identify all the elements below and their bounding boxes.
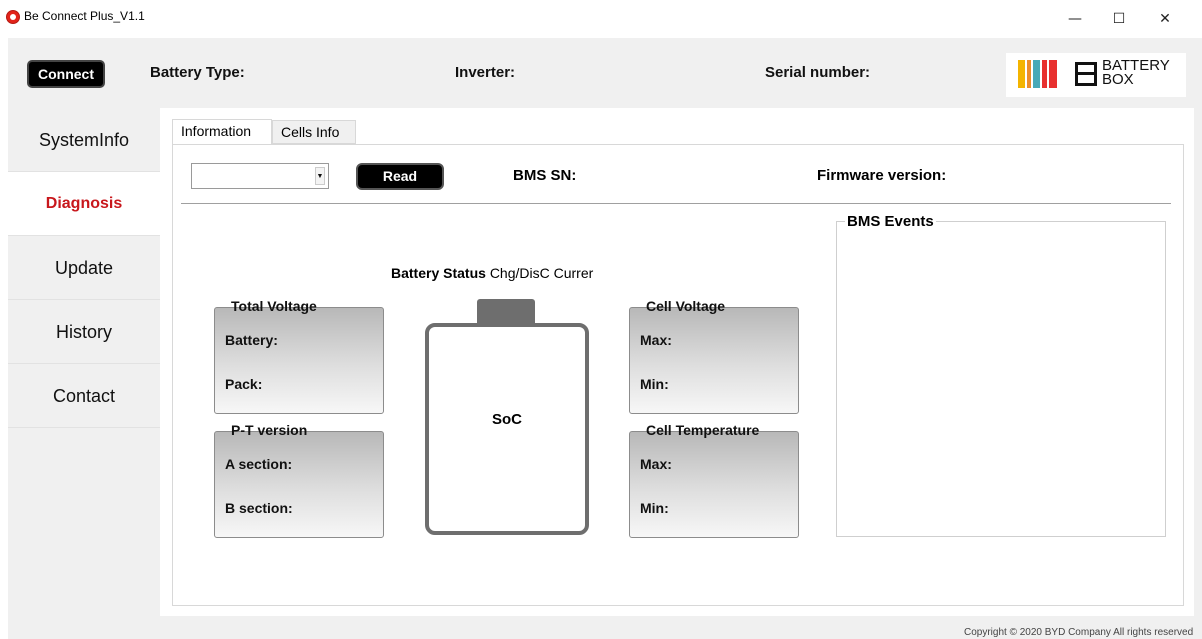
header-bar: Connect Battery Type: Inverter: Serial n… [8,38,1202,108]
b-section-label: B section: [225,500,293,516]
logo-bar-red [1042,60,1047,88]
cell-voltage-title: Cell Voltage [646,298,726,314]
sidebar-item-history[interactable]: History [8,300,160,364]
firmware-version-label: Firmware version: [817,167,947,184]
battery-box-icon [1075,62,1097,86]
battery-select-dropdown[interactable]: ▼ [191,163,329,189]
bms-events-title: BMS Events [845,213,936,230]
logo-text: BATTERY BOX [1102,58,1170,88]
read-button[interactable]: Read [356,163,444,190]
bms-events-box: BMS Events [836,213,1166,537]
logo-bar-red-2 [1049,60,1057,88]
app-logo-icon [6,10,20,24]
logo-text-line2: BOX [1102,71,1134,88]
serial-number-label: Serial number: [765,64,871,81]
cell-temperature-title: Cell Temperature [646,422,760,438]
cell-voltage-max-label: Max: [640,332,672,348]
logo-bar-teal [1033,60,1040,88]
sidebar-nav: SystemInfo Diagnosis Update History Cont… [8,108,160,432]
chg-current-label: Chg/DisC Currer [489,265,594,281]
pt-version-group: P-T version A section: B section: [214,422,384,538]
total-voltage-title: Total Voltage [231,298,317,314]
battery-status-line: Battery Status Chg/DisC Currer [391,265,593,281]
cell-voltage-min-label: Min: [640,376,669,392]
sidebar-item-systeminfo[interactable]: SystemInfo [8,108,160,172]
connect-button[interactable]: Connect [27,60,105,88]
cell-temperature-group: Cell Temperature Max: Min: [629,422,799,538]
maximize-button[interactable]: ☐ [1096,4,1142,34]
battery-terminal-icon [477,299,535,325]
battery-status-label: Battery Status [391,265,486,281]
tab-information[interactable]: Information [172,119,272,145]
copyright-text: Copyright © 2020 BYD Company All rights … [964,627,1194,638]
window-title: Be Connect Plus_V1.1 [24,9,145,23]
cell-voltage-group: Cell Voltage Max: Min: [629,298,799,414]
inverter-label: Inverter: [455,64,516,81]
battery-soc-icon: SoC [425,323,589,535]
tab-cells-info[interactable]: Cells Info [272,120,356,144]
sidebar-item-diagnosis[interactable]: Diagnosis [8,172,160,236]
main-content: Information Cells Info ▼ Read BMS SN: Fi… [160,108,1194,616]
battery-voltage-label: Battery: [225,332,278,348]
bms-sn-label: BMS SN: [513,167,577,184]
sidebar-item-update[interactable]: Update [8,236,160,300]
a-section-label: A section: [225,456,293,472]
cell-temp-max-label: Max: [640,456,672,472]
soc-label: SoC [492,411,522,428]
cell-temp-min-label: Min: [640,500,669,516]
close-button[interactable]: ✕ [1142,4,1188,34]
total-voltage-group: Total Voltage Battery: Pack: [214,298,384,414]
window-titlebar: Be Connect Plus_V1.1 — ☐ ✕ [0,0,1202,38]
logo-bar-yellow [1018,60,1025,88]
chevron-down-icon[interactable]: ▼ [315,167,325,185]
logo-bar-orange [1027,60,1031,88]
battery-type-label: Battery Type: [150,64,245,81]
pack-voltage-label: Pack: [225,376,263,392]
battery-box-logo: BATTERY BOX [1006,53,1186,97]
information-panel: ▼ Read BMS SN: Firmware version: Battery… [172,144,1184,606]
minimize-button[interactable]: — [1052,4,1098,34]
sidebar-item-contact[interactable]: Contact [8,364,160,428]
pt-version-title: P-T version [231,422,308,438]
divider [181,203,1171,204]
